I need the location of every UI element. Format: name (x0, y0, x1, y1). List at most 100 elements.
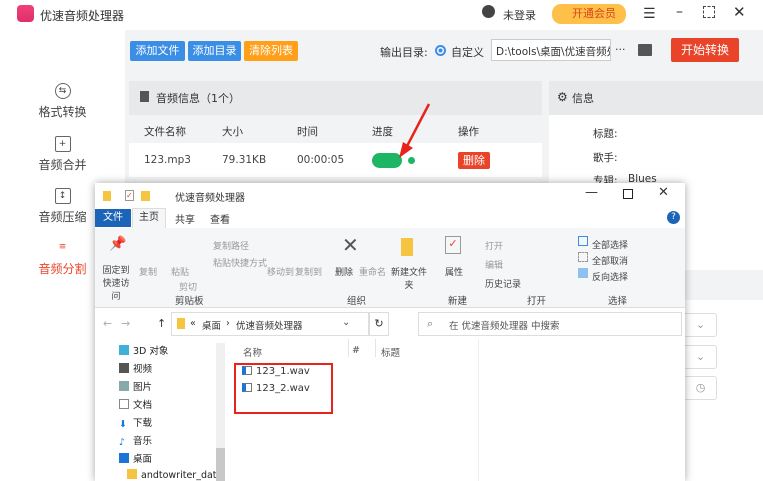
nav-videos[interactable]: 视频 (119, 361, 152, 375)
tab-share[interactable]: 共享 (175, 211, 195, 226)
folder-icon (103, 191, 111, 201)
info-title: 信息 (572, 92, 594, 105)
up-button[interactable]: ↑ (157, 317, 166, 330)
folder-icon (177, 318, 185, 329)
group-new: 新建 (448, 296, 468, 307)
col-name[interactable]: 名称 (243, 345, 262, 359)
nav-pictures[interactable]: 图片 (119, 379, 152, 393)
sidebar-item-merge[interactable]: + 音频合并 (0, 136, 125, 173)
minimize-icon[interactable]: — (585, 185, 598, 200)
new-folder-icon (401, 238, 413, 256)
gear-icon: ⚙ (557, 90, 568, 104)
image-icon (140, 91, 149, 102)
properties-icon[interactable]: ✓ (125, 190, 134, 201)
close-icon[interactable]: ✕ (733, 3, 746, 21)
clear-list-button[interactable]: 清除列表 (244, 41, 298, 61)
copy-to-button[interactable]: 复制到 (295, 265, 322, 278)
tab-view[interactable]: 查看 (210, 211, 230, 226)
nav-downloads[interactable]: ⬇ 下载 (119, 415, 152, 430)
custom-radio[interactable] (435, 45, 446, 56)
minimize-icon[interactable]: – (676, 4, 683, 20)
nav-desktop[interactable]: 桌面 (119, 451, 152, 465)
move-to-button[interactable]: 移动到 (267, 265, 294, 278)
nav-andtowriter[interactable]: andtowriter_data (127, 469, 222, 481)
more-button[interactable]: ··· (615, 43, 626, 56)
tab-file[interactable]: 文件 (95, 209, 131, 227)
paste-button[interactable]: 粘贴 (171, 265, 189, 278)
nav-music[interactable]: ♪ 音乐 (119, 433, 152, 448)
login-link[interactable]: 未登录 (503, 7, 536, 23)
highlight-box (234, 363, 333, 414)
info-title-label: 标题: (593, 128, 618, 140)
help-icon[interactable]: ? (667, 211, 680, 224)
select-none-button[interactable]: 全部取消 (592, 254, 628, 267)
vip-button[interactable]: 开通会员 (552, 4, 626, 24)
dropdown-1[interactable]: ⌄ (685, 313, 717, 337)
copy-path-button[interactable]: 复制路径 (213, 239, 249, 252)
new-folder-icon[interactable] (141, 191, 150, 201)
pin-button[interactable]: 固定到快速访问 (99, 263, 133, 302)
nav-3d-objects[interactable]: 3D 对象 (119, 343, 168, 357)
output-path-input[interactable]: D:\tools\桌面\优速音频处理器 (491, 39, 611, 61)
nav-scrollbar[interactable] (216, 343, 225, 481)
split-section (685, 270, 763, 300)
new-folder-button[interactable]: 新建文件夹 (389, 265, 429, 291)
history-button[interactable]: 历史记录 (485, 277, 521, 290)
nav-documents[interactable]: 文档 (119, 397, 152, 411)
sidebar-item-format[interactable]: ⇆ 格式转换 (0, 83, 125, 120)
group-clipboard: 剪贴板 (175, 296, 204, 307)
col-number[interactable]: # (352, 345, 360, 356)
cut-button[interactable]: 剪切 (179, 280, 197, 293)
clock-icon[interactable]: ◷ (685, 376, 717, 400)
breadcrumb-folder[interactable]: 优速音频处理器 (236, 318, 303, 332)
custom-radio-label: 自定义 (451, 46, 484, 59)
open-button[interactable]: 打开 (485, 239, 503, 252)
maximize-icon[interactable] (623, 189, 633, 199)
file-name: 123.mp3 (144, 154, 191, 166)
refresh-button[interactable]: ↻ (369, 312, 389, 336)
rename-button[interactable]: 重命名 (359, 265, 386, 278)
delete-button[interactable]: 删除 (458, 152, 490, 169)
info-artist-label: 歌手: (593, 152, 618, 164)
app-logo (17, 5, 34, 22)
user-icon[interactable] (482, 5, 495, 18)
invert-icon (578, 268, 588, 278)
close-icon[interactable]: ✕ (658, 185, 669, 200)
invert-selection-button[interactable]: 反向选择 (592, 270, 628, 283)
file-size: 79.31KB (222, 154, 267, 166)
add-dir-button[interactable]: 添加目录 (188, 41, 241, 61)
col-title[interactable]: 标题 (381, 345, 400, 359)
start-button[interactable]: 开始转换 (671, 38, 739, 62)
group-organize: 组织 (347, 296, 367, 307)
arrow-annotation (399, 103, 431, 158)
vip-label: 开通会员 (572, 7, 616, 20)
delete-button[interactable]: 删除 (335, 265, 353, 278)
file-time: 00:00:05 (297, 154, 345, 166)
search-input[interactable]: ⌕ 在 优速音频处理器 中搜索 (418, 312, 682, 336)
edit-button[interactable]: 编辑 (485, 258, 503, 271)
group-select: 选择 (608, 296, 628, 307)
breadcrumb-back[interactable]: « (190, 318, 196, 329)
tab-home[interactable]: 主页 (132, 208, 166, 228)
col-name: 文件名称 (144, 126, 186, 138)
col-time: 时间 (297, 126, 318, 138)
menu-icon[interactable]: ☰ (643, 6, 656, 22)
back-button[interactable]: ← (103, 317, 112, 330)
address-bar[interactable]: « 桌面 › 优速音频处理器 ⌄ (171, 312, 369, 336)
fullscreen-icon[interactable] (703, 6, 715, 18)
properties-button[interactable]: 属性 (445, 265, 463, 278)
chevron-down-icon[interactable]: ⌄ (342, 317, 350, 328)
dropdown-2[interactable]: ⌄ (685, 345, 717, 369)
copy-button[interactable]: 复制 (139, 265, 157, 278)
add-file-button[interactable]: 添加文件 (130, 41, 185, 61)
file-explorer-window: ✓ 优速音频处理器 — ✕ 文件 主页 共享 查看 ? 📌 固定到快速访问 复制… (95, 183, 685, 481)
folder-icon[interactable] (638, 44, 652, 56)
forward-button[interactable]: → (121, 317, 130, 330)
app-title: 优速音频处理器 (40, 9, 125, 23)
output-label: 输出目录: (380, 46, 428, 59)
col-action: 操作 (458, 126, 479, 138)
paste-shortcut-button[interactable]: 粘贴快捷方式 (213, 256, 267, 269)
col-size: 大小 (222, 126, 243, 138)
breadcrumb-desktop[interactable]: 桌面 (202, 318, 221, 332)
select-all-button[interactable]: 全部选择 (592, 238, 628, 251)
